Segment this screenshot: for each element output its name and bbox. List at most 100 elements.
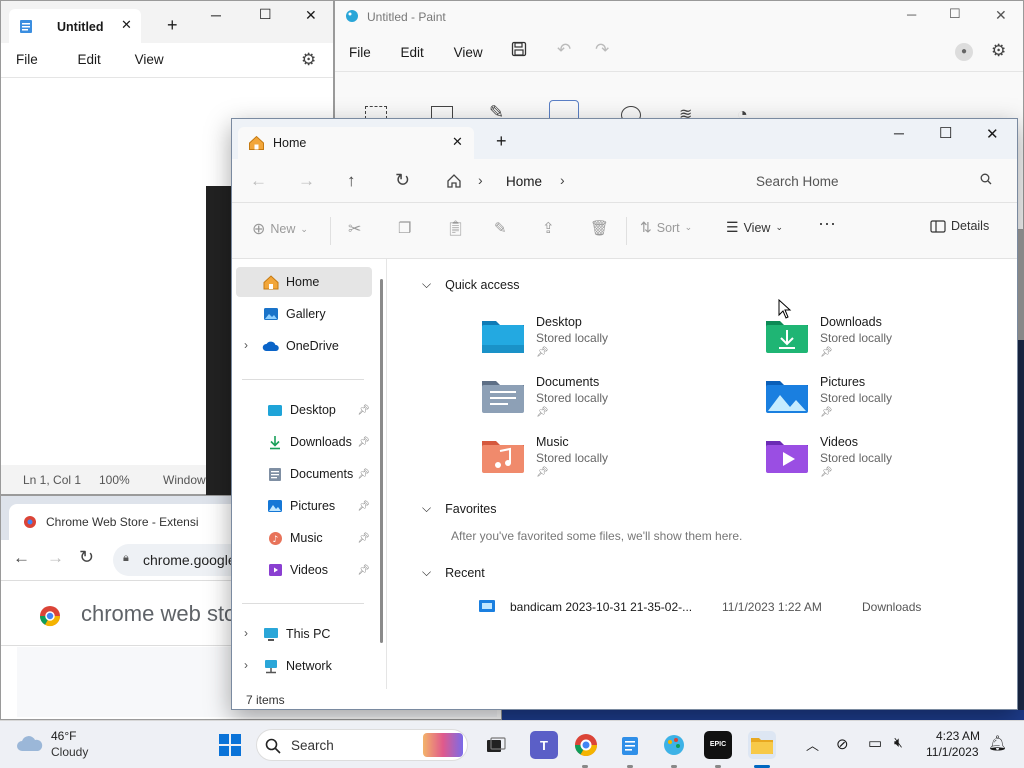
settings-icon[interactable]: ⚙ <box>991 41 1006 61</box>
recent-header[interactable]: ⌵ Recent <box>422 565 485 580</box>
taskbar-search[interactable]: Search <box>256 729 468 761</box>
view-button[interactable]: ☰ View ⌄ <box>726 219 783 236</box>
maximize-icon[interactable]: ☐ <box>949 6 961 22</box>
back-icon[interactable]: ← <box>13 548 30 568</box>
chevron-right-icon[interactable]: › <box>560 172 565 188</box>
details-label: Details <box>951 219 990 233</box>
sidebar-item-gallery[interactable]: Gallery <box>236 299 372 329</box>
close-window-icon[interactable]: ✕ <box>986 125 999 143</box>
menu-file[interactable]: File <box>349 45 371 60</box>
minimize-icon[interactable]: ─ <box>907 7 916 22</box>
clock-date[interactable]: 11/1/2023 <box>926 745 979 759</box>
sidebar-item-downloads[interactable]: Downloads 📌︎ <box>236 427 372 457</box>
sidebar-scrollbar[interactable] <box>380 279 383 643</box>
quick-access-item-documents[interactable]: Documents Stored locally 📌︎ <box>480 375 608 418</box>
paint-icon[interactable] <box>660 731 688 759</box>
cut-icon[interactable]: ✂ <box>348 219 361 239</box>
notification-bell-icon[interactable]: 🔔︎ <box>988 734 1007 752</box>
reload-icon[interactable]: ↻ <box>79 547 94 568</box>
clock-time[interactable]: 4:23 AM <box>936 729 980 743</box>
maximize-icon[interactable]: ☐ <box>939 124 952 142</box>
close-window-icon[interactable]: ✕ <box>305 7 317 24</box>
sidebar-item-network[interactable]: › Network <box>236 651 372 681</box>
desktop-folder-icon <box>266 401 284 419</box>
sidebar-item-music[interactable]: ♪ Music 📌︎ <box>236 523 372 553</box>
display-icon[interactable]: ▭ <box>868 734 882 752</box>
share-icon[interactable]: ⇪ <box>542 219 555 237</box>
back-icon[interactable]: ← <box>250 171 267 191</box>
menu-file[interactable]: File <box>16 52 38 67</box>
recent-file-row[interactable]: bandicam 2023-10-31 21-35-02-... 11/1/20… <box>476 595 996 617</box>
more-options-icon[interactable]: ··· <box>818 213 836 234</box>
network-disconnected-icon[interactable]: ⊘ <box>836 735 849 753</box>
sidebar-item-home[interactable]: Home <box>236 267 372 297</box>
search-input[interactable]: Search Home <box>756 174 839 189</box>
account-icon[interactable]: ● <box>955 43 973 61</box>
quick-access-item-videos[interactable]: Videos Stored locally 📌︎ <box>764 435 892 478</box>
epic-games-icon[interactable]: EPIC <box>704 731 732 759</box>
notepad-icon[interactable] <box>616 731 644 759</box>
taskbar: 46°F Cloudy Search T EPIC ︿ ⊘ ▭ 🔇︎ 4:23 … <box>0 720 1024 768</box>
address-bar[interactable]: › Home › <box>440 165 730 197</box>
chevron-up-icon[interactable]: ︿ <box>806 735 819 754</box>
quick-access-item-downloads[interactable]: Downloads Stored locally 📌︎ <box>764 315 892 358</box>
sidebar-item-documents[interactable]: Documents 📌︎ <box>236 459 372 489</box>
save-icon[interactable] <box>511 41 527 57</box>
start-button[interactable] <box>216 731 244 759</box>
undo-icon[interactable]: ↶ <box>557 40 571 60</box>
search-icon <box>265 738 281 754</box>
favorites-header[interactable]: ⌵ Favorites <box>422 501 497 516</box>
videos-folder-icon <box>766 441 808 473</box>
close-tab-icon[interactable]: ✕ <box>452 134 463 150</box>
minimize-icon[interactable]: ─ <box>211 7 221 23</box>
copy-icon[interactable]: ❐ <box>398 219 411 237</box>
new-button[interactable]: ⊕ New ⌄ <box>252 219 308 239</box>
chevron-right-icon[interactable]: › <box>244 658 248 672</box>
sidebar-item-this-pc[interactable]: › This PC <box>236 619 372 649</box>
paste-icon[interactable]: 📋︎ <box>446 219 465 237</box>
quick-access-item-pictures[interactable]: Pictures Stored locally 📌︎ <box>764 375 892 418</box>
menu-edit[interactable]: Edit <box>401 45 424 60</box>
forward-icon[interactable]: → <box>298 171 315 191</box>
close-window-icon[interactable]: ✕ <box>995 7 1007 24</box>
chrome-icon[interactable] <box>572 731 600 759</box>
chevron-right-icon[interactable]: › <box>244 338 248 352</box>
close-tab-icon[interactable]: ✕ <box>121 17 132 33</box>
quick-access-header[interactable]: ⌵ Quick access <box>422 277 519 292</box>
minimize-icon[interactable]: ─ <box>894 125 904 141</box>
explorer-tab-home[interactable]: Home ✕ <box>238 127 474 159</box>
sidebar-item-onedrive[interactable]: › OneDrive <box>236 331 372 361</box>
refresh-icon[interactable]: ↻ <box>395 170 410 191</box>
delete-icon[interactable]: 🗑︎ <box>590 219 609 237</box>
search-box[interactable]: Search Home <box>744 165 1002 197</box>
menu-view[interactable]: View <box>135 52 164 67</box>
sidebar-item-videos[interactable]: Videos 📌︎ <box>236 555 372 585</box>
quick-access-item-music[interactable]: Music Stored locally 📌︎ <box>480 435 608 478</box>
settings-icon[interactable]: ⚙ <box>301 50 316 70</box>
up-icon[interactable]: ↑ <box>347 171 356 191</box>
rename-icon[interactable]: ✎ <box>494 219 507 237</box>
search-icon[interactable] <box>980 173 992 185</box>
sidebar-label: Pictures <box>290 499 336 513</box>
sort-button[interactable]: ⇅ Sort ⌄ <box>640 219 692 236</box>
sidebar-item-desktop[interactable]: Desktop 📌︎ <box>236 395 372 425</box>
chevron-right-icon[interactable]: › <box>244 626 248 640</box>
sidebar-item-pictures[interactable]: Pictures 📌︎ <box>236 491 372 521</box>
file-explorer-icon[interactable] <box>748 731 776 759</box>
menu-view[interactable]: View <box>454 45 483 60</box>
svg-text:♪: ♪ <box>272 535 278 545</box>
new-tab-icon[interactable]: + <box>167 15 178 36</box>
quick-access-item-desktop[interactable]: Desktop Stored locally 📌︎ <box>480 315 608 358</box>
task-view-icon[interactable] <box>482 731 510 759</box>
teams-icon[interactable]: T <box>530 731 558 759</box>
weather-condition[interactable]: Cloudy <box>51 745 88 759</box>
volume-muted-icon[interactable]: 🔇︎ <box>894 734 903 751</box>
forward-icon[interactable]: → <box>47 548 64 568</box>
menu-edit[interactable]: Edit <box>78 52 101 67</box>
details-button[interactable]: Details <box>930 219 989 233</box>
new-tab-icon[interactable]: + <box>496 131 507 152</box>
redo-icon[interactable]: ↷ <box>595 40 609 60</box>
maximize-icon[interactable]: ☐ <box>259 6 272 23</box>
breadcrumb-home[interactable]: Home <box>506 174 542 189</box>
weather-temperature[interactable]: 46°F <box>51 729 76 743</box>
